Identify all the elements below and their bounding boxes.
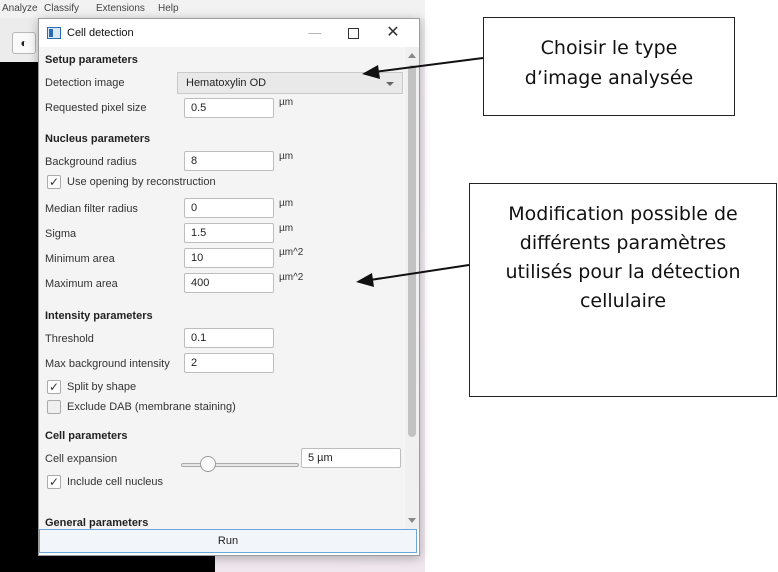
arrowhead-parameters	[356, 273, 374, 287]
arrowhead-detection-image	[362, 65, 380, 79]
annotation-arrows	[356, 57, 484, 287]
arrow-to-parameters	[369, 264, 470, 281]
arrow-to-detection-image	[373, 57, 484, 73]
